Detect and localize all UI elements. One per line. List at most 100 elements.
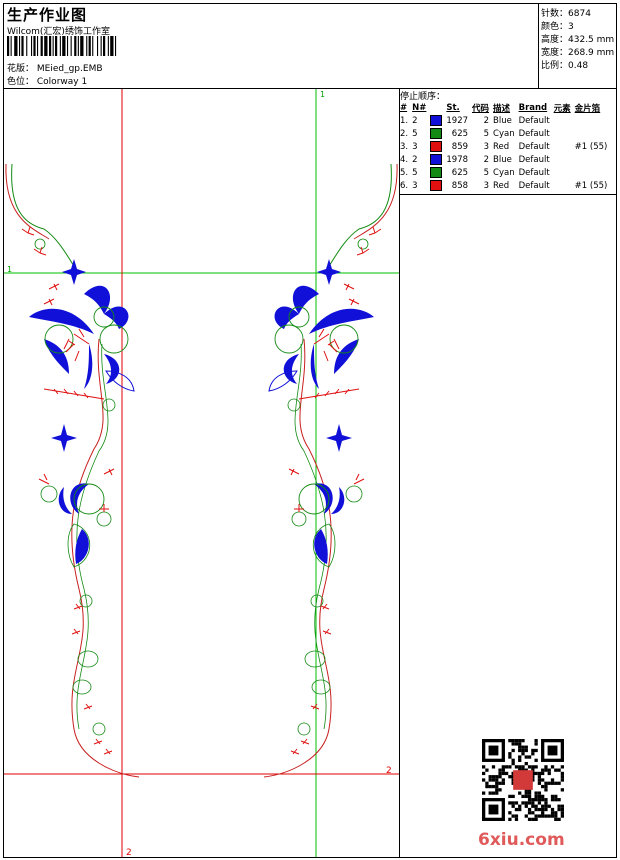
col-brand: Brand (518, 102, 548, 113)
row-needle: 3 (412, 141, 418, 152)
table-header-row: # N# St. 代码 描述 Brand 元素 金片箔 (398, 101, 609, 114)
row-brand: Default (518, 180, 550, 191)
left-motif (5, 163, 140, 778)
row-brand: Default (518, 128, 550, 139)
row-needle: 5 (412, 167, 418, 178)
color-swatch (430, 128, 443, 139)
color-swatch (430, 115, 443, 126)
color-swatch (430, 167, 443, 178)
row-stitches: 859 (451, 141, 469, 152)
height-row: 高度：432.5 mm (541, 32, 614, 45)
scale-row: 比例：0.48 (541, 58, 588, 71)
row-element (552, 153, 573, 166)
embroidery-design-preview: 1 1 2 2 (4, 89, 399, 857)
row-sequin: #1 (55) (574, 180, 608, 191)
stitches-row: 针数：6874 (541, 6, 591, 19)
stitches-label: 针数： (541, 9, 569, 19)
row-index: 6. (400, 180, 409, 191)
width-label: 宽度： (541, 48, 569, 58)
row-element (552, 166, 573, 179)
table-row: 1. 2 1927 2 Blue Default (398, 114, 609, 127)
row-sequin (573, 153, 610, 166)
row-index: 3. (400, 141, 409, 152)
height-label: 高度： (541, 35, 569, 45)
col-swatch (428, 101, 444, 114)
row-element (552, 140, 573, 153)
row-swatch (428, 114, 444, 127)
table-row: 5. 5 625 5 Cyan Default (398, 166, 609, 179)
page-title: 生产作业图 (7, 6, 88, 24)
table-row: 3. 3 859 3 Red Default #1 (55) (398, 140, 609, 153)
col-description: 描述 (493, 103, 511, 114)
design-name-label: 花版： (7, 64, 35, 74)
row-code: 5 (483, 128, 490, 139)
row-stitches: 858 (451, 180, 469, 191)
row-brand: Default (518, 141, 550, 152)
row-element (552, 127, 573, 140)
row-description: Cyan (493, 167, 515, 178)
guide-label-1-left: 1 (7, 265, 12, 274)
col-element: 元素 (553, 103, 571, 114)
design-name-value: MEied_gp.EMB (36, 64, 103, 74)
row-index: 4. (400, 154, 409, 165)
guide-label-1-top: 1 (320, 90, 325, 99)
colorway-row: 色位： Colorway 1 (7, 74, 87, 87)
color-swatch (430, 154, 443, 165)
row-brand: Default (518, 154, 550, 165)
row-code: 3 (483, 180, 490, 191)
row-description: Blue (493, 154, 512, 165)
col-index: # (400, 102, 408, 113)
guide-label-2-bottom: 2 (126, 848, 132, 857)
design-divider (399, 88, 400, 858)
qr-seal (513, 770, 533, 790)
height-value: 432.5 mm (568, 35, 615, 45)
row-code: 2 (483, 154, 490, 165)
color-swatch (430, 141, 443, 152)
table-row: 6. 3 858 3 Red Default #1 (55) (398, 179, 609, 192)
row-element (552, 179, 573, 192)
row-swatch (428, 127, 444, 140)
row-index: 5. (400, 167, 409, 178)
colorway-value: Colorway 1 (36, 77, 88, 87)
row-swatch (428, 166, 444, 179)
colorway-label: 色位： (7, 77, 35, 87)
stats-divider (538, 3, 539, 88)
row-index: 1. (400, 115, 409, 126)
row-brand: Default (518, 115, 550, 126)
row-stitches: 625 (451, 128, 469, 139)
design-name-row: 花版： MEied_gp.EMB (7, 61, 103, 74)
row-sequin (573, 127, 610, 140)
width-row: 宽度：268.9 mm (541, 45, 614, 58)
row-index: 2. (400, 128, 409, 139)
scale-label: 比例： (541, 61, 569, 71)
row-swatch (428, 179, 444, 192)
colors-row: 颜色：3 (541, 19, 574, 32)
row-description: Red (493, 180, 510, 191)
row-description: Blue (493, 115, 512, 126)
row-needle: 2 (412, 154, 418, 165)
row-sequin (573, 114, 610, 127)
row-code: 3 (483, 141, 490, 152)
right-motif (263, 163, 398, 778)
row-stitches: 1927 (446, 115, 469, 126)
stitches-value: 6874 (568, 9, 591, 19)
row-swatch (428, 153, 444, 166)
row-stitches: 625 (451, 167, 469, 178)
row-element (552, 114, 573, 127)
guide-label-2-right: 2 (386, 766, 392, 776)
scale-value: 0.48 (568, 61, 589, 71)
colors-label: 颜色： (541, 22, 569, 32)
row-stitches: 1978 (446, 154, 469, 165)
col-sequin: 金片箔 (574, 103, 601, 114)
row-needle: 5 (412, 128, 418, 139)
row-needle: 3 (412, 180, 418, 191)
col-code: 代码 (472, 103, 490, 114)
row-swatch (428, 140, 444, 153)
row-brand: Default (518, 167, 550, 178)
colors-value: 3 (568, 22, 574, 32)
row-code: 2 (483, 115, 490, 126)
color-swatch (430, 180, 443, 191)
row-sequin: #1 (55) (574, 141, 608, 152)
width-value: 268.9 mm (568, 48, 615, 58)
col-needle: N# (412, 102, 427, 113)
